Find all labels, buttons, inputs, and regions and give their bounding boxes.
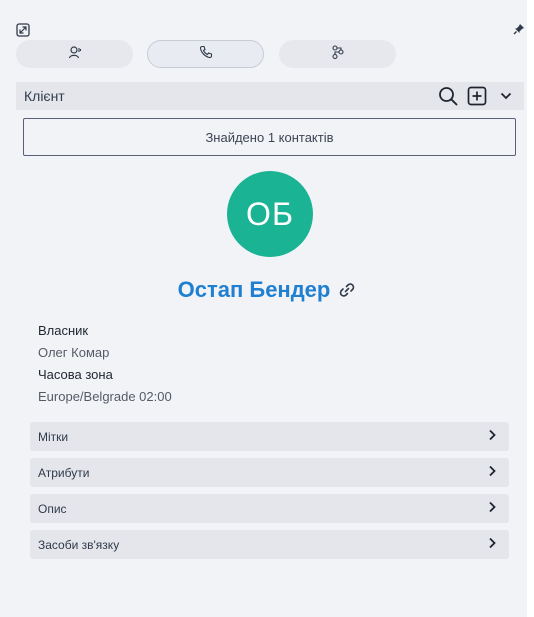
owner-label: Власник bbox=[38, 323, 89, 338]
chevron-right-icon bbox=[487, 429, 497, 444]
phone-icon bbox=[199, 45, 213, 64]
section-attributes[interactable]: Атрибути bbox=[30, 458, 509, 487]
pin-icon[interactable] bbox=[512, 22, 526, 36]
section-attributes-label: Атрибути bbox=[38, 465, 90, 480]
search-icon[interactable] bbox=[437, 85, 459, 107]
tab-workflow[interactable] bbox=[279, 40, 396, 68]
found-contacts-text: Знайдено 1 контактів bbox=[205, 129, 334, 145]
section-description-label: Опис bbox=[38, 501, 67, 516]
found-contacts-button[interactable]: Знайдено 1 контактів bbox=[23, 118, 516, 156]
chevron-right-icon bbox=[487, 501, 497, 516]
search-bar-label: Клієнт bbox=[24, 88, 65, 104]
contact-info: Власник Олег Комар Часова зона Europe/Be… bbox=[38, 322, 172, 410]
chevron-down-icon[interactable] bbox=[495, 85, 517, 107]
section-tags-label: Мітки bbox=[38, 429, 69, 444]
avatar-initials: ОБ bbox=[246, 195, 294, 232]
chevron-right-icon bbox=[487, 537, 497, 552]
tab-agent[interactable] bbox=[16, 40, 133, 68]
owner-value: Олег Комар bbox=[38, 345, 110, 360]
add-box-icon[interactable] bbox=[466, 85, 488, 107]
expand-icon[interactable] bbox=[15, 22, 31, 38]
section-description[interactable]: Опис bbox=[30, 494, 509, 523]
contact-name[interactable]: Остап Бендер bbox=[178, 277, 331, 303]
contact-panel: Клієнт Знайдено 1 контактів ОБ Остап Бен… bbox=[0, 0, 527, 617]
section-communication-label: Засоби зв'язку bbox=[38, 537, 120, 552]
tab-phone[interactable] bbox=[147, 40, 264, 68]
chevron-right-icon bbox=[487, 465, 497, 480]
workflow-icon bbox=[331, 44, 345, 64]
agent-icon bbox=[68, 45, 82, 64]
section-communication[interactable]: Засоби зв'язку bbox=[30, 530, 509, 559]
section-tags[interactable]: Мітки bbox=[30, 422, 509, 451]
contact-name-row: Остап Бендер bbox=[0, 275, 534, 305]
link-icon[interactable] bbox=[338, 281, 356, 299]
avatar: ОБ bbox=[227, 171, 313, 257]
timezone-value: Europe/Belgrade 02:00 bbox=[38, 389, 172, 404]
client-search-bar: Клієнт bbox=[16, 82, 524, 110]
timezone-label: Часова зона bbox=[38, 367, 113, 382]
